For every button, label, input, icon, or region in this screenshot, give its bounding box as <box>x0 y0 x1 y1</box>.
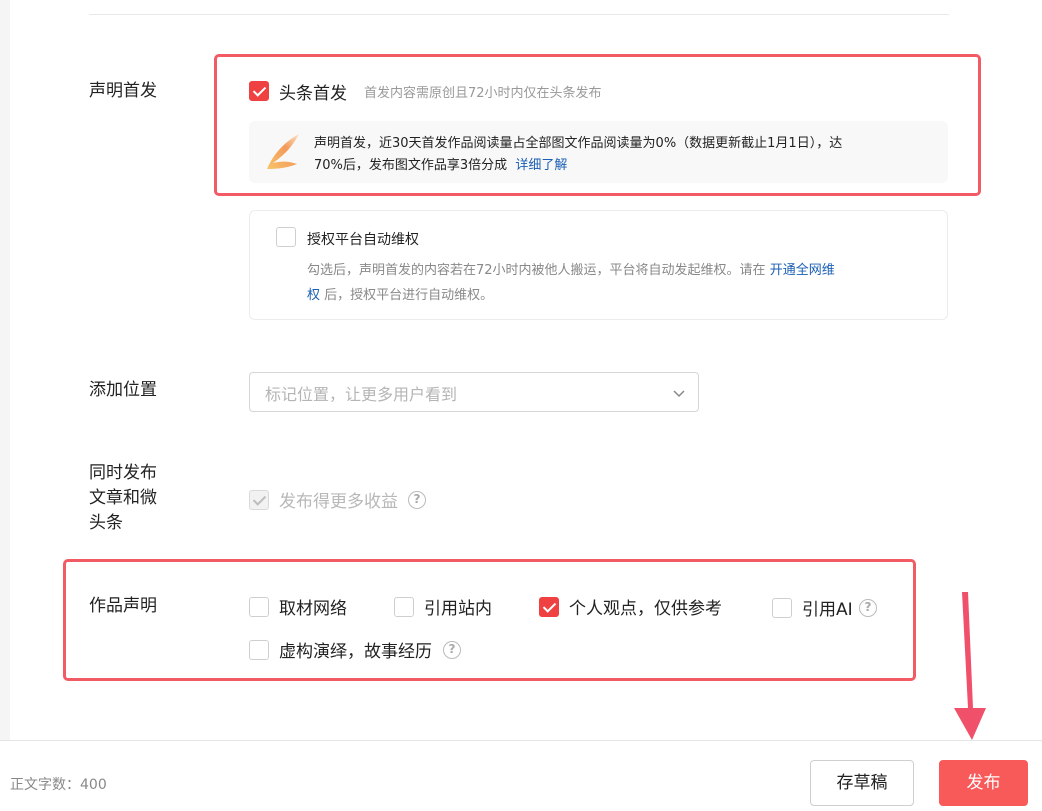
sync-publish-checkbox <box>249 490 269 510</box>
first-publish-checkbox[interactable] <box>249 81 269 101</box>
first-publish-hint: 首发内容需原创且72小时内仅在头条发布 <box>364 86 602 101</box>
chevron-down-icon[interactable] <box>672 386 686 400</box>
declaration-option-network[interactable]: 取材网络 <box>279 594 347 619</box>
location-placeholder: 标记位置，让更多用户看到 <box>265 385 458 404</box>
footer-bar: 正文字数：400 存草稿 发布 <box>0 740 1042 811</box>
notice-text-line1: 声明首发，近30天首发作品阅读量占全部图文作品阅读量为0%（数据更新截止1月1日… <box>314 136 843 151</box>
declaration-option-personal-opinion[interactable]: 个人观点，仅供参考 <box>569 594 722 619</box>
location-select[interactable]: 标记位置，让更多用户看到 <box>249 372 699 412</box>
declaration-checkbox-fiction[interactable] <box>249 640 269 660</box>
divider <box>89 14 949 15</box>
enable-rights-link-part2[interactable]: 权 <box>307 288 320 303</box>
declaration-checkbox-internal[interactable] <box>394 597 414 617</box>
declaration-checkbox-network[interactable] <box>249 597 269 617</box>
location-label: 添加位置 <box>89 380 157 400</box>
sync-publish-label-line2: 文章和微 <box>89 488 157 508</box>
help-icon[interactable]: ? <box>859 599 877 617</box>
arrow-down-icon <box>954 592 986 740</box>
first-publish-notice: 声明首发，近30天首发作品阅读量占全部图文作品阅读量为0%（数据更新截止1月1日… <box>249 121 948 183</box>
save-draft-button[interactable]: 存草稿 <box>810 760 914 806</box>
sync-publish-checkbox-label: 发布得更多收益 <box>279 492 398 512</box>
sync-publish-label-line3: 头条 <box>89 513 123 533</box>
declaration-label: 作品声明 <box>89 596 157 616</box>
feather-icon <box>267 134 299 169</box>
declaration-checkbox-personal-opinion[interactable] <box>539 597 559 617</box>
auth-rights-desc-line1: 勾选后，声明首发的内容若在72小时内被他人搬运，平台将自动发起维权。请在 <box>307 263 766 278</box>
notice-text-line2: 70%后，发布图文作品享3倍分成 <box>314 158 508 173</box>
enable-rights-link-part1[interactable]: 开通全网维 <box>770 263 835 278</box>
declaration-option-ai[interactable]: 引用AI <box>802 595 853 620</box>
first-publish-checkbox-label[interactable]: 头条首发 <box>279 79 347 104</box>
publish-button[interactable]: 发布 <box>939 760 1028 806</box>
sync-publish-label-line1: 同时发布 <box>89 463 157 483</box>
auth-rights-title[interactable]: 授权平台自动维权 <box>307 229 419 249</box>
highlight-box-declaration <box>63 559 916 681</box>
help-icon[interactable]: ? <box>443 641 461 659</box>
declaration-checkbox-ai[interactable] <box>772 598 792 618</box>
auth-rights-card: 授权平台自动维权 勾选后，声明首发的内容若在72小时内被他人搬运，平台将自动发起… <box>249 210 948 320</box>
notice-learn-more-link[interactable]: 详细了解 <box>515 158 567 173</box>
declaration-option-fiction[interactable]: 虚构演绎，故事经历 <box>279 637 432 662</box>
help-icon[interactable]: ? <box>408 491 426 509</box>
word-count: 正文字数：400 <box>10 777 107 793</box>
auth-rights-checkbox[interactable] <box>276 227 296 247</box>
first-publish-label: 声明首发 <box>89 81 157 101</box>
declaration-option-internal[interactable]: 引用站内 <box>424 594 492 619</box>
auth-rights-desc-line2: 后，授权平台进行自动维权。 <box>324 288 494 303</box>
